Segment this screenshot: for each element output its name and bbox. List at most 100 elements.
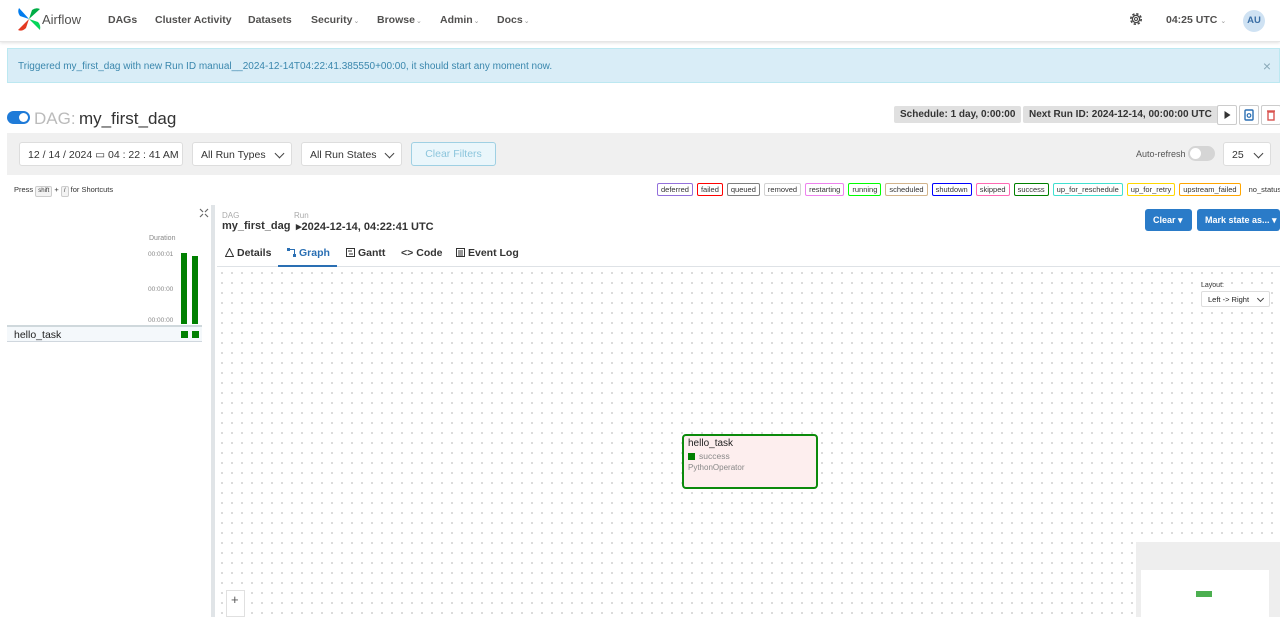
chevron-down-icon: ⌄	[353, 18, 360, 25]
layout-select[interactable]: Left -> Right	[1201, 291, 1270, 307]
legend-skipped[interactable]: skipped	[975, 183, 1010, 196]
tab-graph[interactable]: Graph	[278, 240, 337, 267]
run-meta-label: Run	[294, 211, 309, 220]
run-types-select[interactable]: All Run Types	[192, 142, 292, 166]
legend-up-for-reschedule[interactable]: up_for_reschedule	[1052, 183, 1123, 196]
user-avatar[interactable]: AU	[1243, 10, 1265, 32]
run-duration-bar[interactable]	[192, 256, 198, 324]
panel-resizer[interactable]	[211, 205, 215, 617]
detail-tabs: Details Graph Gantt <> Code Event Log	[217, 240, 1280, 267]
tab-event-log[interactable]: Event Log	[456, 240, 519, 267]
run-states-value: All Run States	[310, 149, 377, 161]
legend-restarting[interactable]: restarting	[805, 183, 845, 196]
chevron-down-icon: ⌄	[523, 18, 530, 25]
zoom-in-button[interactable]: +	[231, 592, 239, 607]
status-indicator	[688, 453, 695, 460]
nav-browse[interactable]: Browse⌄	[377, 14, 422, 26]
top-navbar: Airflow DAGs Cluster Activity Datasets S…	[0, 0, 1280, 42]
legend-running[interactable]: running	[848, 183, 882, 196]
clear-button[interactable]: Clear ▾	[1145, 209, 1192, 231]
trigger-dag-button[interactable]	[1217, 105, 1237, 125]
tab-gantt[interactable]: Gantt	[346, 240, 385, 267]
chevron-down-icon	[384, 148, 395, 159]
zoom-controls: +	[226, 590, 245, 617]
airflow-logo-icon[interactable]	[16, 6, 42, 32]
legend-no-status[interactable]: no_status	[1245, 183, 1280, 196]
duration-tick: 00:00:01	[148, 251, 174, 258]
nav-dags[interactable]: DAGs	[108, 14, 137, 26]
chevron-down-icon: ⌄	[415, 18, 422, 25]
base-date-input[interactable]: 12 / 14 / 2024 ▭ 04 : 22 : 41 AM	[19, 142, 183, 166]
run-states-select[interactable]: All Run States	[301, 142, 402, 166]
next-run-badge: Next Run ID: 2024-12-14, 00:00:00 UTC	[1023, 106, 1218, 123]
delete-dag-button[interactable]	[1261, 105, 1280, 125]
legend-success[interactable]: success	[1013, 183, 1049, 196]
node-task-name: hello_task	[688, 438, 734, 449]
gear-icon[interactable]	[1128, 11, 1144, 27]
nav-docs[interactable]: Docs⌄	[497, 14, 530, 26]
shift-key: shift	[35, 186, 53, 197]
chevron-down-icon: ⌄	[473, 18, 480, 25]
dag-breadcrumb[interactable]: my_first_dag	[222, 220, 290, 232]
dag-meta-label: DAG	[222, 211, 240, 220]
nav-datasets[interactable]: Datasets	[248, 14, 292, 26]
duration-tick: 00:00:00	[148, 286, 174, 293]
dag-pause-toggle[interactable]	[7, 111, 30, 124]
list-icon	[456, 248, 465, 257]
node-status: success	[699, 451, 730, 461]
graph-icon	[287, 248, 296, 257]
task-instance-cell[interactable]	[181, 331, 188, 338]
run-types-value: All Run Types	[201, 149, 266, 161]
task-name: hello_task	[14, 329, 62, 341]
collapse-icon[interactable]	[199, 208, 209, 218]
minimap-node	[1196, 591, 1212, 597]
dag-prefix-label: DAG:	[34, 109, 76, 128]
duration-tick: 00:00:00	[148, 317, 174, 324]
auto-refresh-toggle[interactable]	[1188, 146, 1215, 161]
nav-security[interactable]: Security⌄	[311, 14, 359, 26]
base-date-value: 12 / 14 / 2024 ▭ 04 : 22 : 41 AM	[28, 149, 179, 161]
file-refresh-icon	[1244, 109, 1254, 121]
legend-shutdown[interactable]: shutdown	[931, 183, 972, 196]
status-legend: deferred failed queued removed restarting run…	[657, 183, 1280, 196]
chevron-down-icon	[1256, 294, 1265, 303]
run-duration-bar[interactable]	[181, 253, 187, 324]
shortcut-hint: Press shift + / for Shortcuts	[14, 185, 113, 197]
task-row[interactable]: hello_task	[7, 327, 202, 342]
play-icon	[1224, 111, 1231, 119]
tab-details[interactable]: Details	[225, 240, 271, 267]
clear-filters-button[interactable]: Clear Filters	[411, 142, 496, 166]
task-node[interactable]: hello_task success PythonOperator	[682, 434, 818, 489]
close-icon[interactable]: ×	[1263, 58, 1271, 74]
chevron-down-icon: ⌄	[1220, 18, 1227, 25]
legend-failed[interactable]: failed	[696, 183, 723, 196]
dag-title: my_first_dag	[79, 109, 177, 128]
legend-queued[interactable]: queued	[726, 183, 760, 196]
run-breadcrumb[interactable]: ▸2024-12-14, 04:22:41 UTC	[296, 220, 434, 233]
nav-admin[interactable]: Admin⌄	[440, 14, 480, 26]
page-size-select[interactable]: 25	[1223, 142, 1271, 166]
parse-dag-button[interactable]	[1239, 105, 1259, 125]
legend-up-for-retry[interactable]: up_for_retry	[1126, 183, 1176, 196]
nav-cluster-activity[interactable]: Cluster Activity	[155, 14, 232, 26]
brand-name[interactable]: Airflow	[42, 12, 81, 27]
chevron-down-icon	[1253, 148, 1264, 159]
slash-key: /	[60, 186, 69, 197]
duration-label: Duration	[149, 235, 176, 242]
schedule-badge: Schedule: 1 day, 0:00:00	[894, 106, 1022, 123]
legend-scheduled[interactable]: scheduled	[885, 183, 928, 196]
task-instance-cell[interactable]	[192, 331, 199, 338]
clock-display[interactable]: 04:25 UTC ⌄	[1166, 14, 1226, 26]
code-icon: <>	[401, 247, 414, 259]
warning-icon	[225, 248, 234, 257]
alert-message: Triggered my_first_dag with new Run ID m…	[18, 61, 553, 72]
tab-code[interactable]: <> Code	[401, 240, 443, 267]
legend-deferred[interactable]: deferred	[657, 183, 693, 196]
legend-removed[interactable]: removed	[763, 183, 802, 196]
auto-refresh-label: Auto-refresh	[1136, 149, 1186, 159]
chevron-down-icon	[274, 148, 285, 159]
mark-state-button[interactable]: Mark state as... ▾	[1197, 209, 1280, 231]
trash-icon	[1267, 110, 1275, 121]
legend-upstream-failed[interactable]: upstream_failed	[1179, 183, 1241, 196]
layout-label: Layout:	[1201, 282, 1224, 289]
